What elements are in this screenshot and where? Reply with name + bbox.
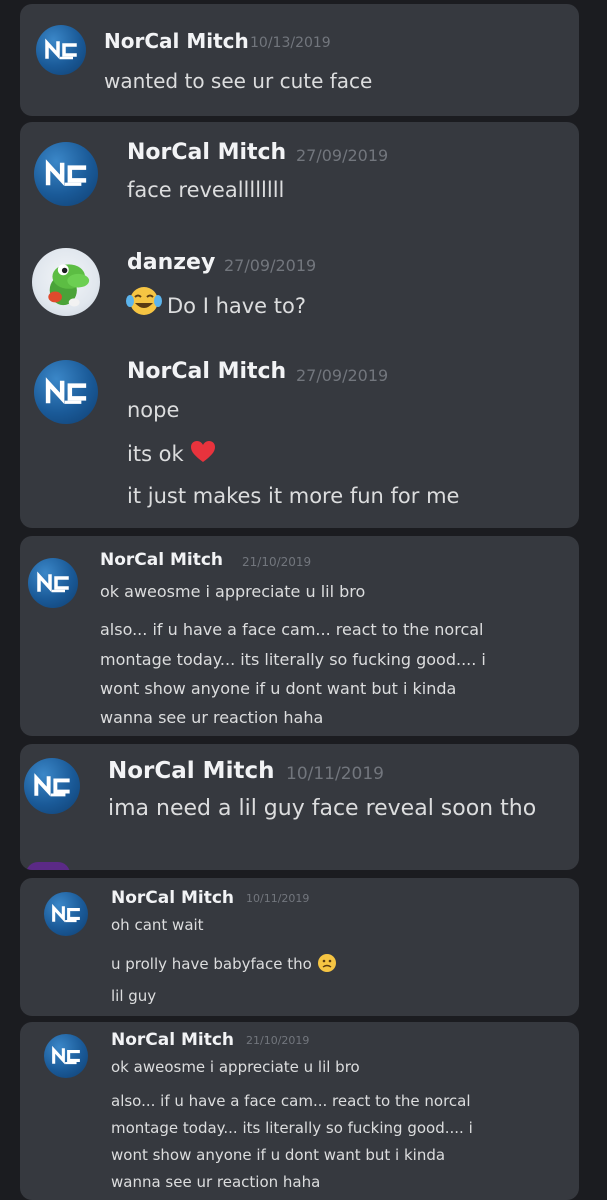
norcal-logo-icon <box>34 360 98 424</box>
message-text: wanted to see ur cute face <box>104 69 373 93</box>
message-text: also... if u have a face cam... react to… <box>111 1092 471 1110</box>
partial-avatar <box>26 862 70 870</box>
norcal-logo-icon <box>34 776 70 797</box>
message-text: also... if u have a face cam... react to… <box>100 620 484 639</box>
message-text: u prolly have babyface tho <box>111 953 337 973</box>
message-text: wont show anyone if u dont want but i ki… <box>100 679 457 698</box>
message-author[interactable]: NorCal Mitch <box>104 29 249 53</box>
message-text: Do I have to? <box>125 285 306 318</box>
message-card-6: NorCal Mitch 21/10/2019 ok aweosme i app… <box>20 1022 579 1200</box>
message-timestamp: 27/09/2019 <box>224 256 317 275</box>
message-card-5: NorCal Mitch 10/11/2019 oh cant wait u p… <box>20 878 579 1016</box>
message-text: lil guy <box>111 987 157 1005</box>
message-author[interactable]: danzey <box>127 250 215 275</box>
message-timestamp: 10/13/2019 <box>250 35 331 51</box>
message-text: nope <box>127 398 180 422</box>
message-text: its ok <box>127 440 216 466</box>
message-author[interactable]: NorCal Mitch <box>108 758 274 784</box>
message-timestamp: 27/09/2019 <box>296 366 389 385</box>
yoshi-avatar-icon <box>48 264 90 307</box>
message-text: it just makes it more fun for me <box>127 484 460 508</box>
message-timestamp: 10/11/2019 <box>246 892 310 905</box>
message-author[interactable]: NorCal Mitch <box>100 550 223 570</box>
red-heart-icon <box>190 441 215 462</box>
user-avatar[interactable] <box>44 1034 88 1078</box>
tears-of-joy-icon <box>126 287 162 315</box>
message-text-content: u prolly have babyface tho <box>111 955 312 973</box>
message-card-2: NorCal Mitch 27/09/2019 face reveallllll… <box>20 122 579 528</box>
message-text: wanna see ur reaction haha <box>111 1173 321 1191</box>
message-author[interactable]: NorCal Mitch <box>111 1030 234 1050</box>
norcal-logo-icon <box>34 142 98 206</box>
message-card-3: NorCal Mitch 21/10/2019 ok aweosme i app… <box>20 536 579 736</box>
message-timestamp: 21/10/2019 <box>246 1034 310 1047</box>
message-text: wanna see ur reaction haha <box>100 708 324 727</box>
user-avatar[interactable] <box>34 142 98 206</box>
message-text: ok aweosme i appreciate u lil bro <box>111 1058 360 1076</box>
norcal-logo-icon <box>45 41 77 60</box>
message-author[interactable]: NorCal Mitch <box>127 140 286 165</box>
message-author[interactable]: NorCal Mitch <box>127 359 286 384</box>
norcal-logo-icon <box>52 1048 80 1065</box>
message-timestamp: 10/11/2019 <box>286 764 384 784</box>
message-text-content: Do I have to? <box>167 294 306 318</box>
message-text: montage today... its literally so fuckin… <box>100 650 486 669</box>
user-avatar[interactable] <box>32 248 100 316</box>
user-avatar[interactable] <box>44 892 88 936</box>
user-avatar[interactable] <box>34 360 98 424</box>
message-text: face reveallllllll <box>127 178 285 202</box>
message-timestamp: 27/09/2019 <box>296 146 389 165</box>
message-timestamp: 21/10/2019 <box>242 555 312 569</box>
message-text: wont show anyone if u dont want but i ki… <box>111 1146 446 1164</box>
message-card-1: NorCal Mitch 10/13/2019 wanted to see ur… <box>20 4 579 116</box>
user-avatar[interactable] <box>24 758 80 814</box>
user-avatar[interactable] <box>28 558 78 608</box>
message-text-content: its ok <box>127 442 184 466</box>
worried-face-icon <box>317 954 336 972</box>
norcal-logo-icon <box>52 906 80 923</box>
message-text: oh cant wait <box>111 916 204 934</box>
user-avatar[interactable] <box>36 25 86 75</box>
message-card-4: NorCal Mitch 10/11/2019 ima need a lil g… <box>20 744 579 870</box>
message-text: ima need a lil guy face reveal soon tho <box>108 796 537 821</box>
message-author[interactable]: NorCal Mitch <box>111 888 234 908</box>
norcal-logo-icon <box>37 574 69 593</box>
message-text: ok aweosme i appreciate u lil bro <box>100 582 366 601</box>
message-text: montage today... its literally so fuckin… <box>111 1119 473 1137</box>
